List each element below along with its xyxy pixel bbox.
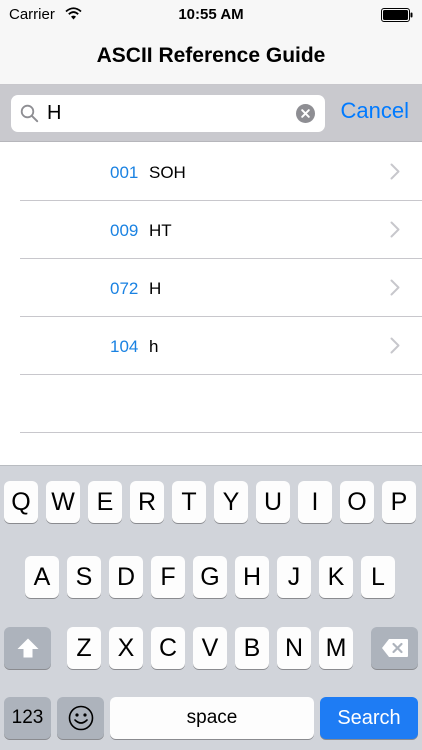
cancel-button[interactable]: Cancel (341, 98, 409, 124)
key-h[interactable]: H (235, 556, 269, 598)
delete-key[interactable] (371, 627, 418, 669)
list-item[interactable]: 009 HT (0, 201, 422, 259)
search-field[interactable] (11, 95, 325, 132)
key-o[interactable]: O (340, 481, 374, 523)
shift-icon (17, 638, 38, 658)
ascii-name: H (149, 279, 162, 298)
key-v[interactable]: V (193, 627, 227, 669)
key-r[interactable]: R (130, 481, 164, 523)
search-icon (20, 104, 39, 123)
key-z[interactable]: Z (67, 627, 101, 669)
key-q[interactable]: Q (4, 481, 38, 523)
key-l[interactable]: L (361, 556, 395, 598)
key-t[interactable]: T (172, 481, 206, 523)
navigation-bar: ASCII Reference Guide (0, 30, 422, 85)
clear-search-icon[interactable] (296, 104, 315, 123)
ascii-name: HT (149, 221, 172, 240)
status-bar: Carrier 10:55 AM (0, 0, 422, 30)
key-e[interactable]: E (88, 481, 122, 523)
chevron-right-icon (390, 279, 400, 296)
ascii-code: 072 (110, 279, 139, 298)
key-d[interactable]: D (109, 556, 143, 598)
key-x[interactable]: X (109, 627, 143, 669)
battery-icon (381, 8, 413, 22)
shift-key[interactable] (4, 627, 51, 669)
key-p[interactable]: P (382, 481, 416, 523)
key-m[interactable]: M (319, 627, 353, 669)
clock: 10:55 AM (178, 6, 244, 23)
chevron-right-icon (390, 337, 400, 354)
key-y[interactable]: Y (214, 481, 248, 523)
search-key[interactable]: Search (320, 697, 418, 739)
chevron-right-icon (390, 221, 400, 238)
key-c[interactable]: C (151, 627, 185, 669)
search-bar: Cancel (0, 85, 422, 142)
key-j[interactable]: J (277, 556, 311, 598)
key-s[interactable]: S (67, 556, 101, 598)
chevron-right-icon (390, 163, 400, 180)
keyboard: Q W E R T Y U I O P A S D F G H J K L Z … (0, 465, 422, 750)
numbers-key[interactable]: 123 (4, 697, 51, 739)
row-separator (20, 432, 422, 433)
results-list: 001 SOH 009 HT 072 H 104 h (0, 143, 422, 465)
search-input[interactable] (47, 100, 291, 127)
key-a[interactable]: A (25, 556, 59, 598)
backspace-icon (381, 639, 408, 657)
list-item[interactable]: 104 h (0, 317, 422, 375)
ascii-name: SOH (149, 163, 186, 182)
key-n[interactable]: N (277, 627, 311, 669)
key-g[interactable]: G (193, 556, 227, 598)
ascii-code: 001 (110, 163, 139, 182)
key-i[interactable]: I (298, 481, 332, 523)
emoji-key[interactable] (57, 697, 104, 739)
emoji-icon (68, 705, 93, 731)
key-u[interactable]: U (256, 481, 290, 523)
ascii-code: 104 (110, 337, 139, 356)
key-b[interactable]: B (235, 627, 269, 669)
key-f[interactable]: F (151, 556, 185, 598)
empty-row (0, 375, 422, 433)
list-item[interactable]: 072 H (0, 259, 422, 317)
ascii-name: h (149, 337, 159, 356)
space-key[interactable]: space (110, 697, 314, 739)
list-item[interactable]: 001 SOH (0, 143, 422, 201)
page-title: ASCII Reference Guide (96, 44, 326, 67)
key-w[interactable]: W (46, 481, 80, 523)
key-k[interactable]: K (319, 556, 353, 598)
ascii-code: 009 (110, 221, 139, 240)
